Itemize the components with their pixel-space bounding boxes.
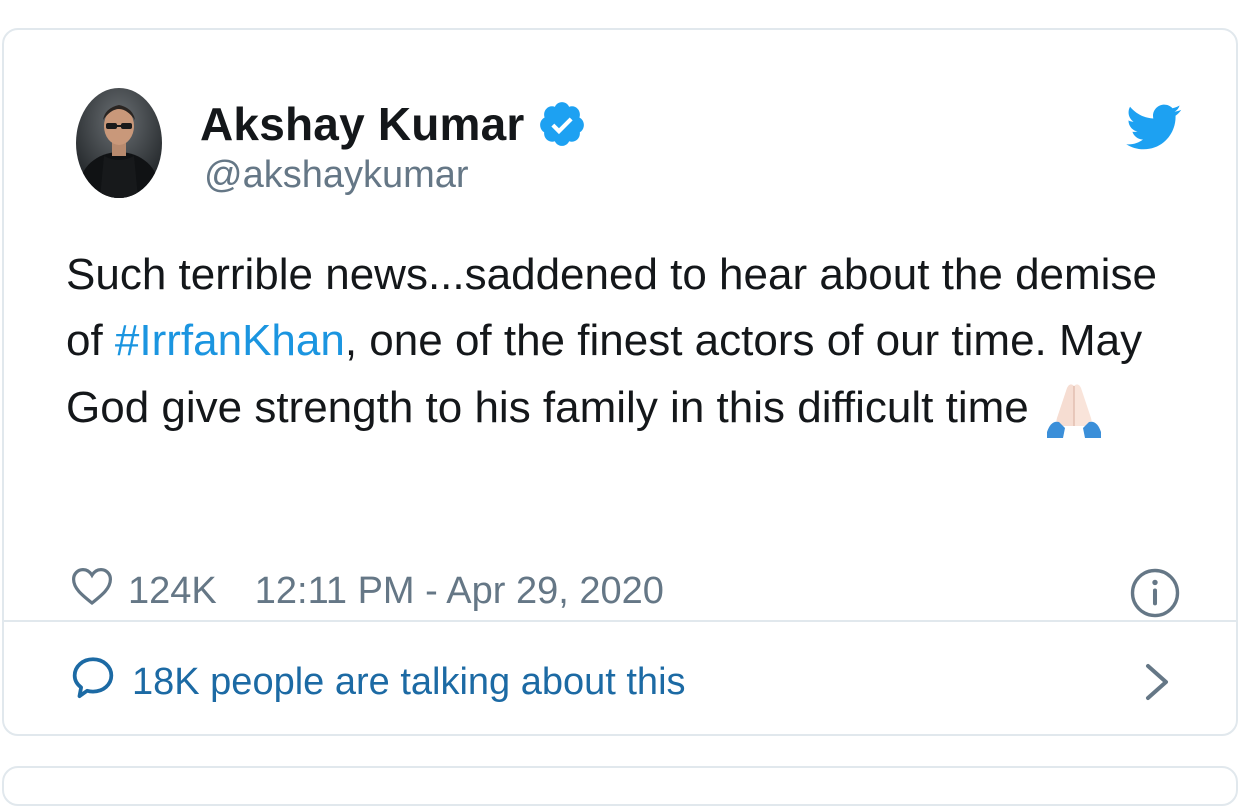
avatar[interactable] [76,88,162,198]
chevron-right-icon[interactable] [1140,658,1176,706]
folded-hands-emoji [1041,374,1107,440]
conversation-link[interactable]: 18K people are talking about this [68,652,686,712]
verified-badge-icon [537,99,587,149]
tweet-card[interactable]: Akshay Kumar @akshaykumar Such terrible … [2,28,1238,736]
twitter-bird-icon[interactable] [1124,98,1182,156]
tweet-timestamp[interactable]: 12:11 PM - Apr 29, 2020 [255,570,664,613]
tweet-meta-row: 124K 12:11 PM - Apr 29, 2020 [68,562,664,620]
author-name[interactable]: Akshay Kumar [200,97,525,151]
divider [4,620,1236,622]
heart-icon[interactable] [68,562,128,620]
like-count[interactable]: 124K [128,570,217,613]
info-icon[interactable] [1128,566,1182,620]
tweet-text: Such terrible news...saddened to hear ab… [66,242,1186,441]
conversation-label[interactable]: 18K people are talking about this [132,661,686,704]
hashtag-link[interactable]: #IrrfanKhan [115,316,345,365]
author-handle[interactable]: @akshaykumar [204,154,469,197]
speech-bubble-icon [68,652,132,712]
author-name-row[interactable]: Akshay Kumar [200,96,587,152]
next-card-edge [2,766,1238,806]
